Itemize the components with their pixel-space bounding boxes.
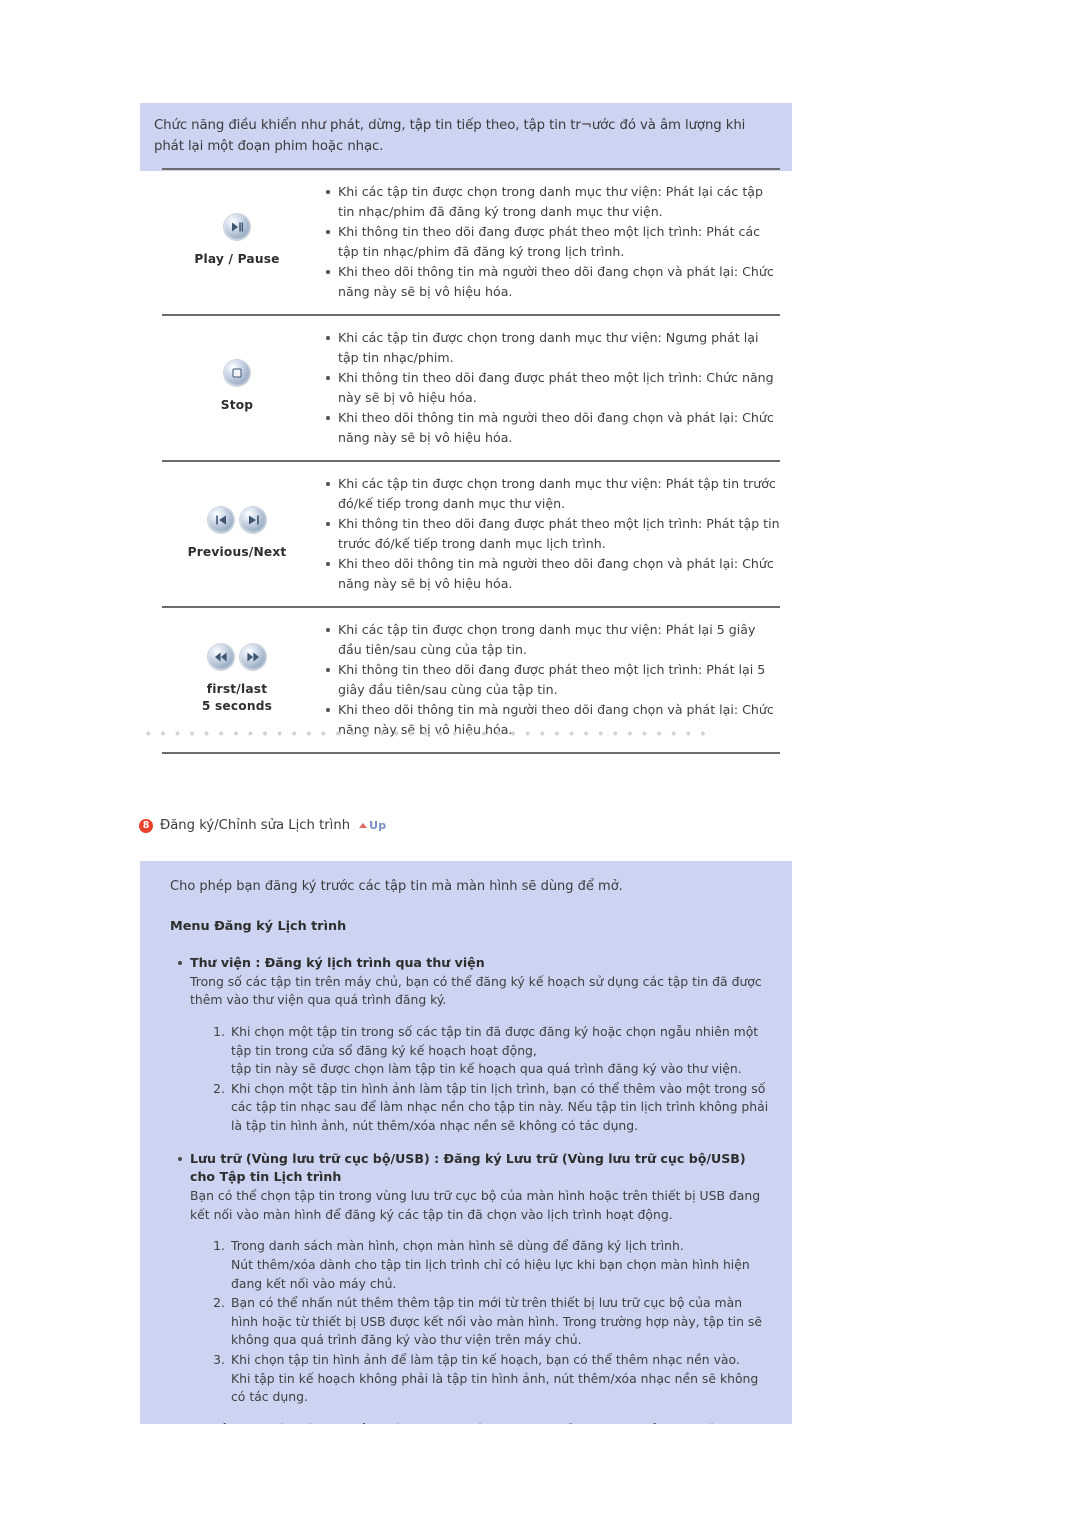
list-item: Khi các tập tin được chọn trong danh mục… bbox=[326, 474, 780, 513]
dotted-divider bbox=[141, 731, 715, 736]
play-pause-button-glyph bbox=[224, 214, 250, 241]
list-item: Khi thông tin theo dõi đang được phát th… bbox=[326, 660, 780, 699]
list-item: Khi các tập tin được chọn trong danh mục… bbox=[326, 620, 780, 659]
feature-title: Nguồn tín hiệu vào/Nguồn điện : Đăng ký … bbox=[190, 1421, 772, 1424]
list-item: Khi các tập tin được chọn trong danh mục… bbox=[326, 328, 780, 367]
list-item: Khi theo dõi thông tin mà người theo dõi… bbox=[326, 262, 780, 301]
section-heading-schedule: 8 Đăng ký/Chỉnh sửa Lịch trình Up bbox=[139, 818, 386, 833]
playback-intro-text: Chức năng điều khiển như phát, dừng, tập… bbox=[154, 118, 746, 154]
page-title: Đăng ký/Chỉnh sửa Lịch trình bbox=[160, 818, 351, 833]
list-item: Bạn có thể nhấn nút thêm thêm tập tin mớ… bbox=[209, 1294, 762, 1348]
table-row: Previous/Next Khi các tập tin được chọn … bbox=[162, 460, 780, 608]
list-item: Nguồn tín hiệu vào/Nguồn điện : Đăng ký … bbox=[190, 1421, 772, 1424]
table-row: Stop Khi các tập tin được chọn trong dan… bbox=[162, 314, 780, 462]
list-item: Khi thông tin theo dõi đang được phát th… bbox=[326, 222, 780, 261]
first-last-label: first/last 5 seconds bbox=[162, 681, 312, 714]
play-pause-description: Khi các tập tin được chọn trong danh mục… bbox=[312, 167, 780, 316]
feature-title: Lưu trữ (Vùng lưu trữ cục bộ/USB) : Đăng… bbox=[190, 1150, 746, 1184]
list-item: Khi thông tin theo dõi đang được phát th… bbox=[326, 368, 780, 407]
next-button-glyph bbox=[240, 506, 266, 533]
list-item: Thư viện : Đăng ký lịch trình qua thư vi… bbox=[178, 954, 772, 1136]
list-item: Khi theo dõi thông tin mà người theo dõi… bbox=[326, 408, 780, 447]
up-link-label: Up bbox=[369, 819, 387, 832]
list-item: Khi chọn tập tin hình ảnh để làm tập tin… bbox=[209, 1351, 759, 1405]
first-last-label-line2: 5 seconds bbox=[201, 698, 273, 713]
schedule-feature-list: Thư viện : Đăng ký lịch trình qua thư vi… bbox=[160, 954, 772, 1424]
list-item: Khi theo dõi thông tin mà người theo dõi… bbox=[326, 554, 780, 593]
playback-intro-band: Chức năng điều khiển như phát, dừng, tập… bbox=[140, 103, 792, 172]
feature-steps: Khi chọn một tập tin trong số các tập ti… bbox=[190, 1023, 772, 1136]
feature-body: Bạn có thể chọn tập tin trong vùng lưu t… bbox=[190, 1188, 761, 1222]
stop-icon bbox=[224, 360, 250, 387]
feature-steps: Trong danh sách màn hình, chọn màn hình … bbox=[190, 1237, 772, 1406]
play-pause-label: Play / Pause bbox=[194, 252, 280, 267]
rewind-button-glyph bbox=[208, 644, 234, 671]
playback-control-table: Play / Pause Khi các tập tin được chọn t… bbox=[162, 167, 780, 755]
list-item: Khi thông tin theo dõi đang được phát th… bbox=[326, 514, 780, 553]
previous-next-description: Khi các tập tin được chọn trong danh mục… bbox=[312, 460, 780, 608]
fast-forward-button-glyph bbox=[240, 644, 266, 671]
play-pause-cell: Play / Pause bbox=[162, 167, 312, 316]
previous-next-label: Previous/Next bbox=[187, 544, 287, 559]
previous-next-cell: Previous/Next bbox=[162, 460, 312, 608]
list-item: Trong danh sách màn hình, chọn màn hình … bbox=[209, 1237, 750, 1291]
schedule-lead-text: Cho phép bạn đăng ký trước các tập tin m… bbox=[170, 879, 623, 894]
stop-cell: Stop bbox=[162, 314, 312, 462]
list-item: Khi chọn một tập tin trong số các tập ti… bbox=[209, 1023, 759, 1077]
rewind-forward-icon bbox=[208, 644, 266, 671]
feature-title: Thư viện : Đăng ký lịch trình qua thư vi… bbox=[190, 954, 485, 970]
table-row: Play / Pause Khi các tập tin được chọn t… bbox=[162, 167, 780, 316]
stop-description: Khi các tập tin được chọn trong danh mục… bbox=[312, 314, 780, 462]
list-item: Khi các tập tin được chọn trong danh mục… bbox=[326, 182, 780, 221]
previous-button-glyph bbox=[208, 506, 234, 533]
first-last-label-line1: first/last bbox=[206, 682, 268, 697]
document-page: Chức năng điều khiển như phát, dừng, tập… bbox=[0, 0, 1080, 1528]
schedule-body-band: Cho phép bạn đăng ký trước các tập tin m… bbox=[140, 861, 792, 1424]
feature-body: Trong số các tập tin trên máy chủ, bạn c… bbox=[190, 973, 762, 1008]
play-pause-icon bbox=[224, 214, 250, 241]
stop-label: Stop bbox=[220, 398, 254, 413]
schedule-menu-title: Menu Đăng ký Lịch trình bbox=[170, 918, 347, 934]
previous-next-icon bbox=[208, 506, 266, 533]
up-link[interactable]: Up bbox=[359, 819, 386, 832]
stop-button-glyph bbox=[224, 360, 250, 387]
list-item: Khi chọn một tập tin hình ảnh làm tập ti… bbox=[209, 1080, 769, 1134]
section-number-badge: 8 bbox=[139, 818, 153, 833]
triangle-up-icon bbox=[359, 823, 368, 828]
list-item: Lưu trữ (Vùng lưu trữ cục bộ/USB) : Đăng… bbox=[178, 1150, 772, 1407]
